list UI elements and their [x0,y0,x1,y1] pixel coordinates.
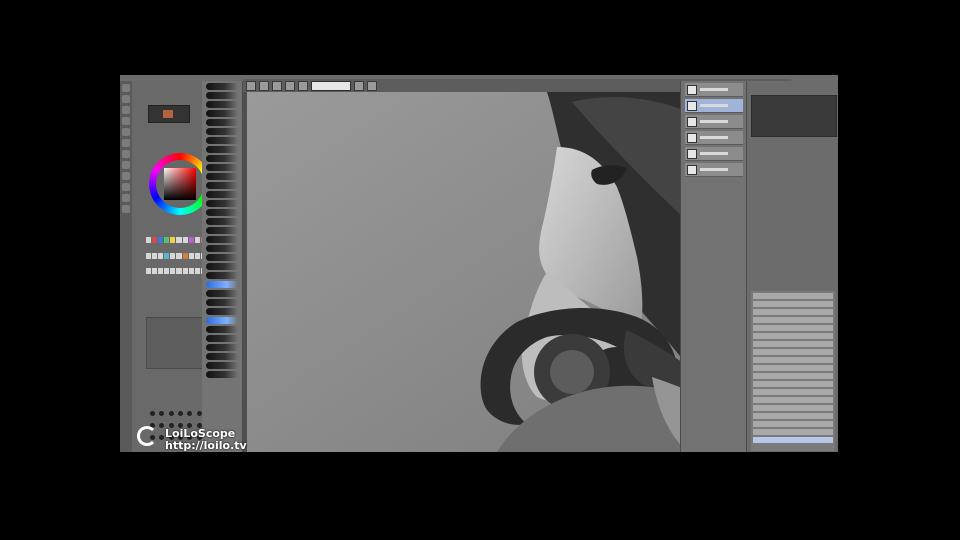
brush-preset[interactable] [206,137,238,144]
layer-row[interactable] [685,163,743,177]
layer-row[interactable] [685,147,743,161]
brush-preset-selected[interactable] [206,281,238,288]
video-frame: LoiLoScope http://loilo.tv [0,0,960,540]
selection-tool-icon[interactable] [122,161,130,169]
brush-preset[interactable] [206,173,238,180]
move-tool-icon[interactable] [122,84,130,92]
brush-preset[interactable] [206,263,238,270]
redo-icon[interactable] [298,80,308,91]
brush-preset[interactable] [206,83,238,90]
rotate-icon[interactable] [354,80,364,91]
save-icon[interactable] [272,80,282,91]
brush-preset[interactable] [206,272,238,279]
brush-preset[interactable] [206,92,238,99]
brush-preset-selected[interactable] [206,317,238,324]
flip-icon[interactable] [367,80,377,91]
brush-preset[interactable] [206,353,238,360]
brush-preset[interactable] [206,200,238,207]
zoom-tool-icon[interactable] [122,194,130,202]
layer-row[interactable] [685,115,743,129]
text-tool-icon[interactable] [122,150,130,158]
hand-tool-icon[interactable] [122,205,130,213]
brush-preset[interactable] [206,326,238,333]
brush-preset[interactable] [206,110,238,117]
paint-app-window [120,75,838,452]
brush-preset[interactable] [206,209,238,216]
brush-preset[interactable] [206,362,238,369]
saturation-value-square[interactable] [164,168,196,200]
eraser-tool-icon[interactable] [122,106,130,114]
watermark-url: http://loilo.tv [165,439,247,452]
brush-preset[interactable] [206,101,238,108]
loilo-logo-icon [137,426,157,446]
tool-property-panel[interactable] [146,317,208,369]
property-list[interactable] [751,291,835,451]
brush-preset[interactable] [206,236,238,243]
brush-preset[interactable] [206,290,238,297]
brush-preset[interactable] [206,146,238,153]
brush-preset[interactable] [206,191,238,198]
brush-preset[interactable] [206,218,238,225]
fill-tool-icon[interactable] [122,139,130,147]
layer-row[interactable] [685,83,743,97]
brush-preset[interactable] [206,254,238,261]
zoom-field[interactable] [311,80,351,91]
pen-tool-icon[interactable] [122,95,130,103]
undo-icon[interactable] [285,80,295,91]
shape-tool-icon[interactable] [122,183,130,191]
brush-preset[interactable] [206,119,238,126]
brush-preset[interactable] [206,182,238,189]
layer-panel [680,81,747,452]
brush-preset[interactable] [206,308,238,315]
brush-preset[interactable] [206,344,238,351]
brush-preset[interactable] [206,155,238,162]
brush-preset-panel [202,81,243,452]
brush-preset[interactable] [206,299,238,306]
blend-tool-icon[interactable] [122,128,130,136]
property-item-selected[interactable] [753,437,833,443]
new-icon[interactable] [246,80,256,91]
brush-preview [148,105,190,123]
layer-row[interactable] [685,131,743,145]
properties-panel [746,81,838,452]
brush-preset[interactable] [206,335,238,342]
color-swatches[interactable] [146,237,206,283]
brush-preset[interactable] [206,371,238,378]
eyedropper-tool-icon[interactable] [122,172,130,180]
brush-preset[interactable] [206,164,238,171]
brush-preset[interactable] [206,128,238,135]
open-icon[interactable] [259,80,269,91]
navigator-preview[interactable] [751,95,837,137]
brush-preset[interactable] [206,227,238,234]
brush-tool-icon[interactable] [122,117,130,125]
layer-row-selected[interactable] [685,99,743,113]
color-tool-panel [132,81,211,452]
brush-preset[interactable] [206,245,238,252]
